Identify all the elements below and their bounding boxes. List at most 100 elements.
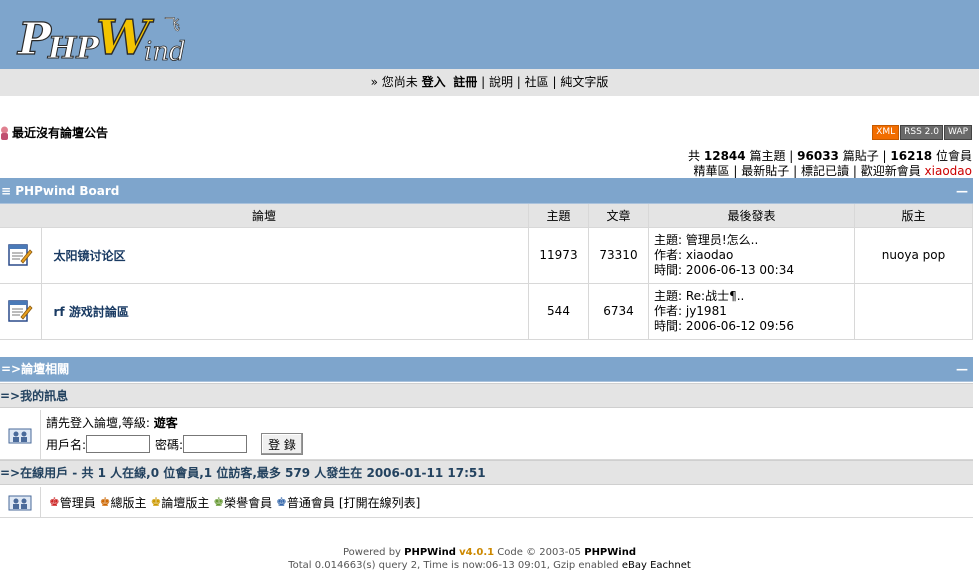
username-input[interactable] bbox=[86, 435, 151, 453]
announcement: 最近沒有論壇公告 bbox=[0, 124, 108, 141]
login-link[interactable]: 登入 bbox=[422, 75, 446, 89]
brand-link-2[interactable]: PHPWind bbox=[584, 547, 636, 558]
post-count: 96033 bbox=[797, 149, 839, 163]
ebay-link[interactable]: eBay Eachnet bbox=[622, 560, 691, 571]
online-legend: ♚ 管理員 ♚ 總版主 ♚ 論壇版主 ♚ 榮譽會員 ♚ 普通會員 [打開在線列表… bbox=[41, 487, 420, 517]
login-prompt: 請先登入論壇,等級: bbox=[46, 416, 150, 430]
forum-topics: 544 bbox=[528, 282, 589, 339]
thread-count: 12844 bbox=[703, 149, 746, 163]
related-title-bar: =>論壇相關 — bbox=[0, 357, 973, 382]
my-info-bar: =>我的訊息 bbox=[0, 383, 973, 408]
nav-separator: | bbox=[552, 75, 557, 89]
users-icon bbox=[8, 428, 32, 443]
version: v4.0.1 bbox=[459, 547, 495, 558]
col-forum: 論壇 bbox=[0, 204, 529, 227]
quick-links: 精華區 | 最新貼子 | 標記已讀 | 歡迎新會員 xiaodao bbox=[694, 162, 972, 179]
copyright: Code © 2003-05 bbox=[497, 547, 582, 558]
stats-text: 篇主題 | bbox=[749, 149, 794, 163]
online-icon-cell bbox=[0, 487, 41, 517]
announcement-icon bbox=[1, 126, 8, 140]
login-row: 請先登入論壇,等級: 遊客 用戶名: 密碼: 登 錄 bbox=[0, 410, 973, 460]
last-post-time: 時間: 2006-06-13 00:34 bbox=[654, 262, 794, 277]
forum-moderator[interactable]: nuoya pop bbox=[854, 226, 973, 283]
last-post-subject[interactable]: 主題: Re:战士¶.. bbox=[654, 289, 854, 304]
link-separator: | bbox=[852, 164, 857, 178]
collapse-board-button[interactable]: — bbox=[956, 178, 968, 204]
last-post-author: 作者: jy1981 bbox=[654, 303, 727, 318]
new-member-link[interactable]: xiaodao bbox=[925, 164, 972, 178]
site-header: P HP W ind 飞 bbox=[0, 0, 979, 69]
table-row: rf 游戏討論區 544 6734 主題: Re:战士¶.. 作者: jy198… bbox=[0, 282, 973, 339]
open-online-list-link[interactable]: [打開在線列表] bbox=[339, 494, 420, 511]
phpwind-logo[interactable]: P HP W ind 飞 bbox=[14, 2, 204, 68]
footer: Powered by PHPWind v4.0.1 Code © 2003-05… bbox=[0, 546, 979, 572]
wap-badge[interactable]: WAP bbox=[944, 125, 972, 140]
announcement-text: 最近沒有論壇公告 bbox=[12, 126, 109, 140]
nav-separator: | bbox=[481, 75, 486, 89]
last-post-time: 時間: 2006-06-12 09:56 bbox=[654, 318, 794, 333]
username-label: 用戶名: bbox=[46, 437, 87, 452]
login-button[interactable]: 登 錄 bbox=[261, 433, 303, 455]
password-input[interactable] bbox=[183, 435, 248, 453]
password-label: 密碼: bbox=[155, 437, 184, 452]
my-info-title: =>我的訊息 bbox=[0, 389, 69, 403]
text-version-link[interactable]: 純文字版 bbox=[560, 75, 608, 89]
rss-badge[interactable]: RSS 2.0 bbox=[900, 125, 943, 140]
col-topics: 主題 bbox=[528, 204, 589, 227]
last-post-cell: 主題: 管理员!怎么.. 作者: xiaodao 時間: 2006-06-13 … bbox=[648, 226, 855, 283]
normal-icon: ♚ bbox=[276, 495, 287, 509]
mark-read-link[interactable]: 標記已讀 bbox=[801, 164, 849, 178]
essence-link[interactable]: 精華區 bbox=[694, 164, 730, 178]
footer-line-1: Powered by PHPWind v4.0.1 Code © 2003-05… bbox=[0, 546, 979, 559]
forum-name-link[interactable]: rf 游戏討論區 bbox=[41, 282, 529, 339]
stats-text: 共 bbox=[688, 149, 701, 163]
footer-stats: Total 0.014663(s) query 2, Time is now:0… bbox=[288, 560, 619, 571]
login-prompt-line: 請先登入論壇,等級: 遊客 bbox=[46, 414, 303, 431]
last-post-cell: 主題: Re:战士¶.. 作者: jy1981 時間: 2006-06-12 0… bbox=[648, 282, 855, 339]
help-link[interactable]: 說明 bbox=[489, 75, 513, 89]
member-count: 16218 bbox=[890, 149, 933, 163]
svg-text:HP: HP bbox=[47, 31, 100, 66]
mod-icon: ♚ bbox=[150, 495, 162, 509]
powered-by: Powered by bbox=[343, 547, 401, 558]
legend-normal: 普通會員 bbox=[286, 495, 335, 510]
online-legend-row: ♚ 管理員 ♚ 總版主 ♚ 論壇版主 ♚ 榮譽會員 ♚ 普通會員 [打開在線列表… bbox=[0, 487, 973, 518]
super-mod-icon: ♚ bbox=[99, 495, 111, 509]
last-post-author: 作者: xiaodao bbox=[654, 247, 734, 262]
register-link[interactable]: 註冊 bbox=[453, 75, 477, 89]
nav-separator: | bbox=[516, 75, 521, 89]
stats-text: 位會員 bbox=[935, 149, 972, 163]
forum-topics: 11973 bbox=[528, 226, 589, 283]
forum-notepad-icon bbox=[8, 243, 33, 266]
forum-posts: 73310 bbox=[588, 226, 649, 283]
legend-admin: 管理員 bbox=[59, 495, 96, 510]
admin-icon: ♚ bbox=[49, 495, 60, 509]
online-users-bar: =>在線用戶 - 共 1 人在線,0 位會員,1 位訪客,最多 579 人發生在… bbox=[0, 460, 973, 485]
forum-moderator[interactable] bbox=[854, 282, 973, 339]
forum-icon-cell bbox=[0, 226, 42, 283]
footer-line-2: Total 0.014663(s) query 2, Time is now:0… bbox=[0, 559, 979, 572]
login-icon-cell bbox=[0, 410, 41, 459]
forum-table: 論壇 主題 文章 最後發表 版主 太阳镜讨论区 11973 73310 主題: … bbox=[0, 204, 973, 340]
col-moderator: 版主 bbox=[854, 204, 973, 227]
related-title: =>論壇相關 bbox=[1, 362, 70, 376]
stats-text: 篇貼子 | bbox=[842, 149, 887, 163]
online-users-icon bbox=[8, 495, 32, 511]
forum-notepad-icon bbox=[8, 299, 33, 322]
forum-icon-cell bbox=[0, 282, 42, 339]
feed-badges: XML RSS 2.0 WAP bbox=[872, 125, 972, 140]
brand-link[interactable]: PHPWind bbox=[404, 547, 456, 558]
last-post-subject[interactable]: 主題: 管理员!怎么.. bbox=[654, 233, 854, 248]
welcome-label: 歡迎新會員 bbox=[860, 164, 921, 178]
collapse-related-button[interactable]: — bbox=[956, 357, 968, 382]
forum-name-link[interactable]: 太阳镜讨论区 bbox=[41, 226, 529, 283]
online-users-title: =>在線用戶 - 共 1 人在線,0 位會員,1 位訪客,最多 579 人發生在… bbox=[0, 466, 486, 480]
svg-text:ind: ind bbox=[144, 37, 186, 67]
community-link[interactable]: 社區 bbox=[525, 75, 549, 89]
svg-text:飞: 飞 bbox=[164, 15, 180, 34]
latest-posts-link[interactable]: 最新貼子 bbox=[741, 164, 789, 178]
login-body: 請先登入論壇,等級: 遊客 用戶名: 密碼: 登 錄 bbox=[41, 410, 303, 459]
legend-mod: 論壇版主 bbox=[161, 495, 210, 510]
honor-icon: ♚ bbox=[213, 495, 225, 509]
xml-badge[interactable]: XML bbox=[872, 125, 900, 140]
